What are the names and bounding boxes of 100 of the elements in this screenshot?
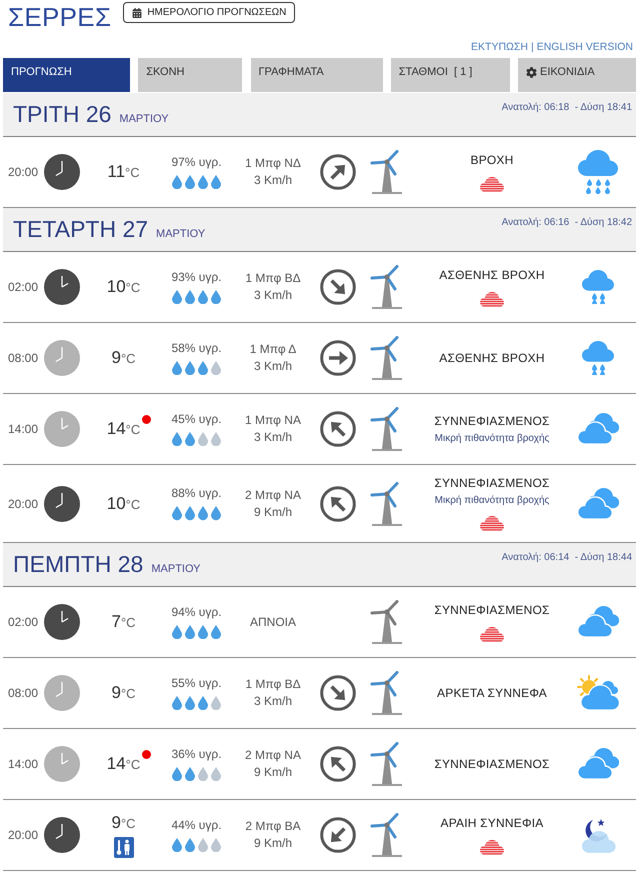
forecast-note: Μικρή πιθανότητα βροχής [434,495,550,506]
wind-label: 9 Km/h [254,764,292,781]
temperature-label: 14°C [106,754,140,774]
day-title: ΠΕΜΠΤΗ 28 [13,551,144,578]
conditions-label: ΑΡΑΙΗ ΣΥΝΝΕΦΙΑ [440,816,544,830]
wind-label: 1 Μπφ Δ [250,341,296,358]
wind-label: 3 Km/h [254,429,292,446]
sun-times: Ανατολή: 06:16 - Δύση 18:42 [502,216,632,230]
drop-icon [198,766,208,782]
humidity-label: 58% υγρ. [171,340,222,355]
tab[interactable]: ΓΡΑΦΗΜΑΤΑ [250,58,382,92]
drop-icon [198,696,208,710]
time-label: 02:00 [7,280,40,294]
calendar-icon [132,8,142,18]
drop-icon [211,506,221,521]
time-label: 08:00 [7,351,40,365]
drop-icon [211,432,221,446]
sun-cloud-icon [576,675,620,711]
drop-icon [211,766,221,782]
wind-label: 1 Μπφ ΝΑ [245,412,301,429]
tab[interactable]: ΠΡΟΓΝΩΣΗ [3,58,130,92]
time-label: 08:00 [7,686,40,700]
month-label: ΜΑΡΤΙΟΥ [119,113,169,125]
drop-icon [172,696,182,710]
humidity-label: 94% υγρ. [171,604,222,619]
drop-icon [172,624,182,640]
humidity-label: 93% υγρ. [171,270,222,284]
tab[interactable]: ΣΤΑΘΜΟΙ [ 1 ] [390,58,510,92]
city-title: ΣΕΡΡΕΣ [8,1,112,34]
drop-icon [185,838,195,852]
drop-icon [185,696,195,710]
drop-icon [198,506,208,521]
clouds-icon [577,488,619,520]
drop-icon [185,360,195,376]
time-label: 20:00 [7,496,40,510]
temperature-label: 10°C [106,277,140,297]
link-separator: | [530,41,534,54]
temperature-label: 10°C [106,494,140,514]
sun-times: Ανατολή: 06:14 - Δύση 18:44 [502,551,632,565]
conditions-label: ΣΥΝΝΕΦΙΑΣΜΕΝΟΣ [434,476,550,490]
humidity-label: 88% υγρ. [171,486,222,500]
drop-icon [172,838,182,852]
month-label: ΜΑΡΤΙΟΥ [151,563,201,575]
humidity-label: 36% υγρ. [171,746,222,761]
header-link[interactable]: ΕΚΤΥΠΩΣΗ [471,41,528,54]
drop-icon [172,360,182,376]
drop-icon [211,624,221,640]
drop-icon [211,360,221,376]
wind-label: 3 Km/h [254,693,292,710]
wind-label: 3 Km/h [254,358,292,375]
wind-label: 1 Μπφ ΒΔ [245,270,301,287]
sun-times: Ανατολή: 06:18 - Δύση 18:41 [502,101,632,115]
drop-icon [185,624,195,640]
drop-icon [211,174,221,190]
drop-icon [185,506,195,521]
temperature-label: 7°C [111,612,136,632]
time-label: 14:00 [7,757,40,771]
conditions-label: ΣΥΝΝΕΦΙΑΣΜΕΝΟΣ [434,414,550,428]
wind-label: 3 Km/h [254,287,292,304]
drop-icon [211,696,221,710]
settings-icon [526,67,537,78]
clouds-icon [577,748,619,780]
temperature-label: 11°C [107,162,140,182]
humidity-label: 44% υγρ. [171,818,222,832]
drop-icon [198,432,208,446]
rain-cloud-icon [582,341,614,375]
temperature-label: 9°C [111,812,136,832]
wind-label: 9 Km/h [254,504,292,520]
conditions-label: ΑΣΘΕΝΗΣ ΒΡΟΧΗ [439,268,545,282]
drop-icon [185,766,195,782]
time-label: 14:00 [7,422,40,436]
rain-cloud-icon [582,270,614,304]
clouds-icon [577,606,619,638]
humidity-label: 55% υγρ. [171,676,222,690]
tab[interactable]: ΣΚΟΝΗ [138,58,242,92]
clouds-icon [577,413,619,445]
calendar-button[interactable]: ΗΜΕΡΟΛΟΓΙΟ ΠΡΟΓΝΩΣΕΩΝ [123,2,296,23]
drop-icon [172,766,182,782]
tab[interactable]: ΕΙΚΟΝΙΔΙΑ [518,58,636,92]
conditions-label: ΒΡΟΧΗ [470,152,514,166]
conditions-label: ΣΥΝΝΕΦΙΑΣΜΕΝΟΣ [434,602,550,616]
drop-icon [211,838,221,852]
drop-icon [185,290,195,304]
wind-label: ΑΠΝΟΙΑ [250,614,296,630]
wind-label: 2 Μπφ ΒΑ [245,818,301,835]
wind-label: 1 Μπφ ΝΔ [245,155,301,172]
drop-icon [185,432,195,446]
drop-icon [198,360,208,376]
day-title: ΤΡΙΤΗ 26 [13,101,112,128]
wind-label: 3 Km/h [254,172,292,189]
forecast-note: Μικρή πιθανότητα βροχής [434,433,550,444]
header-link[interactable]: ENGLISH VERSION [536,41,633,54]
drop-icon [198,624,208,640]
drop-icon [172,174,182,190]
temperature-label: 9°C [111,683,136,703]
moon-cloud-icon [580,817,616,853]
drop-icon [172,432,182,446]
temperature-label: 14°C [106,419,140,439]
drop-icon [185,174,195,190]
time-label: 20:00 [7,828,40,842]
